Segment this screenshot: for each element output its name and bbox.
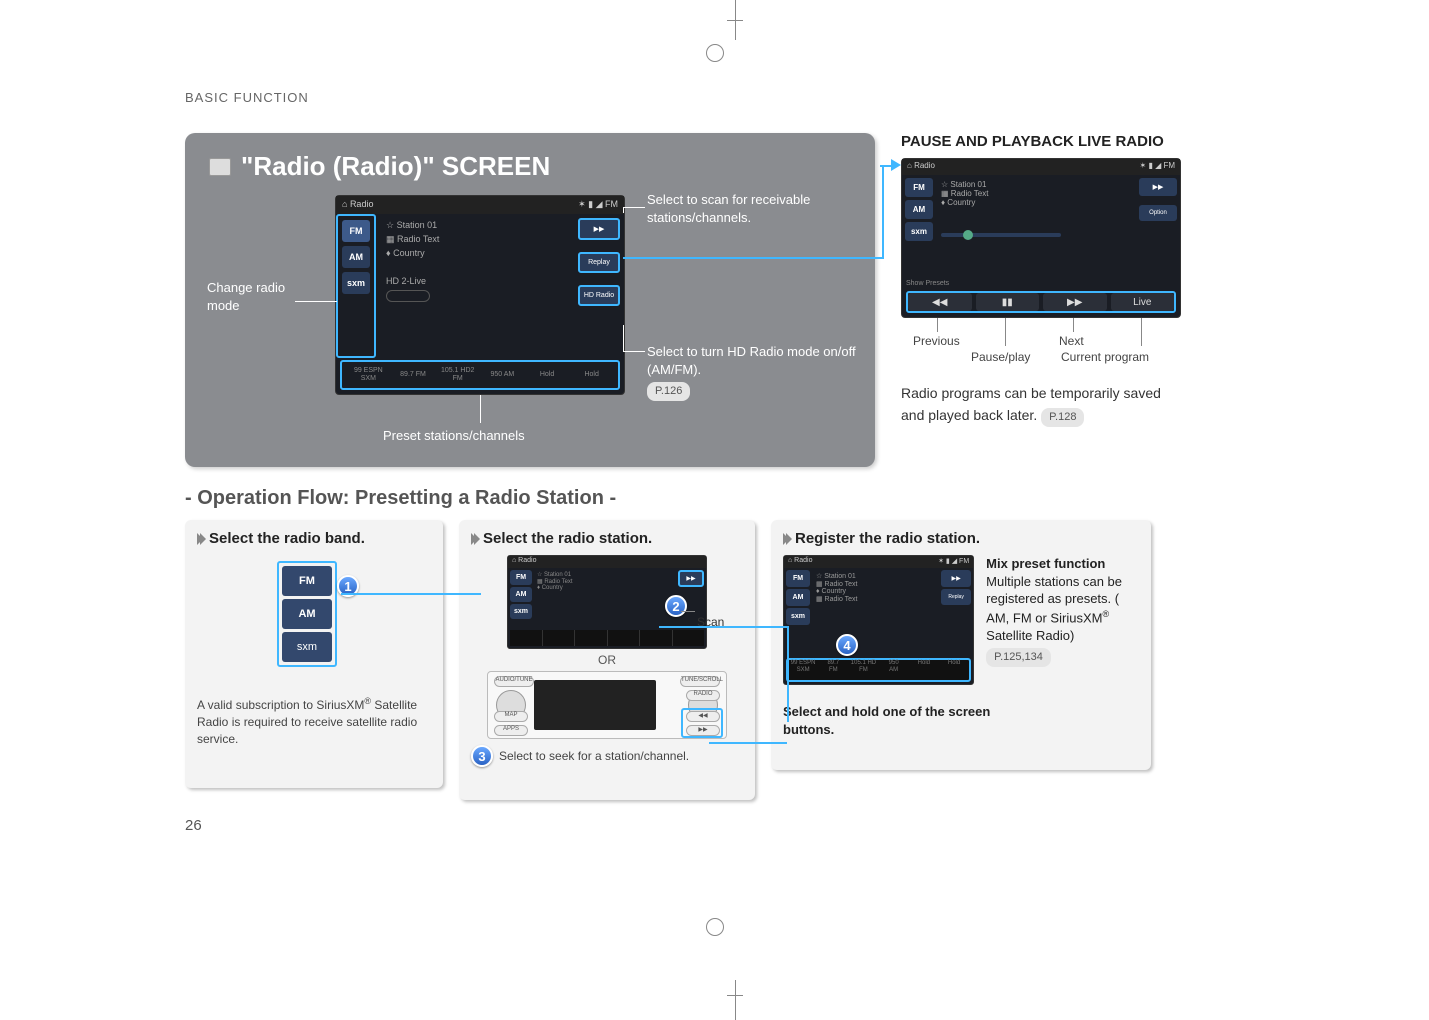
flow-card-band: Select the radio band. FM AM sxm 1 A val… — [185, 520, 443, 788]
pause-playback-section: PAUSE AND PLAYBACK LIVE RADIO ⌂ Radio ✶ … — [901, 133, 1241, 427]
radio-icon — [209, 158, 231, 176]
band-column[interactable]: FM AM sxm — [277, 561, 337, 667]
band-sxm[interactable]: sxm — [282, 632, 332, 662]
callout-change-mode: Change radio mode — [207, 279, 317, 314]
hold-note: Select and hold one of the screen button… — [783, 703, 993, 738]
next-button[interactable]: ▶▶ — [1043, 293, 1107, 311]
preset-hold-row[interactable]: 99 ESPNSXM 89.7FM 105.1 HDFM 950AM Hold … — [786, 658, 971, 682]
prev-button[interactable]: ◀◀ — [908, 293, 972, 311]
seek-note: Select to seek for a station/channel. — [499, 748, 689, 765]
sound-pill — [386, 290, 430, 302]
hardware-panel: AUDIO/TUNE MAP APPS TUNE/SCROLL RADIO ◀◀… — [487, 671, 727, 739]
playback-controls[interactable]: ◀◀ ▮▮ ▶▶ Live — [906, 291, 1176, 313]
mix-preset-text: Mix preset function Multiple stations ca… — [986, 555, 1139, 685]
panel-title: "Radio (Radio)" SCREEN — [209, 151, 851, 182]
band-am[interactable]: AM — [282, 599, 332, 629]
mode-am[interactable]: AM — [342, 246, 370, 268]
mode-sxm[interactable]: sxm — [342, 272, 370, 294]
page-number: 26 — [185, 817, 202, 834]
panel-title-text: "Radio (Radio)" SCREEN — [241, 151, 550, 182]
chevron-icon — [783, 533, 789, 545]
side-screen-mock: ⌂ Radio ✶ ▮ ◢ FM FM AM sxm ☆ Station 01 … — [901, 158, 1181, 318]
step-2-badge: 2 — [665, 595, 687, 617]
radio-mode-column[interactable]: FM AM sxm — [336, 214, 376, 358]
replay-button[interactable]: Replay — [578, 252, 620, 273]
callout-hd: Select to turn HD Radio mode on/off (AM/… — [647, 343, 857, 401]
section-header: BASIC FUNCTION — [185, 90, 1245, 105]
arrow-icon — [891, 159, 901, 171]
page-ref-hd: P.126 — [647, 382, 690, 401]
scan-button[interactable]: ▶▶ — [578, 218, 620, 240]
flow-card-register: Register the radio station. ⌂ Radio✶ ▮ ◢… — [771, 520, 1151, 770]
live-button[interactable]: Live — [1111, 293, 1175, 311]
screen-status-title: Radio — [350, 199, 374, 209]
page-ref-side: P.128 — [1041, 408, 1084, 427]
sirius-note: A valid subscription to SiriusXM® Satell… — [197, 695, 431, 747]
step-3-badge: 3 — [471, 745, 493, 767]
callout-scan: Select to scan for receivable stations/c… — [647, 191, 837, 226]
mode-fm[interactable]: FM — [342, 220, 370, 242]
op-flow-title: - Operation Flow: Presetting a Radio Sta… — [185, 487, 1245, 510]
mini-scan-button[interactable]: ▶▶ — [678, 570, 704, 587]
step-4-badge: 4 — [836, 634, 858, 656]
seek-highlight — [681, 708, 723, 738]
label-next: Next — [1059, 334, 1084, 348]
hw-screen — [534, 680, 656, 730]
preset-row[interactable]: 99 ESPN SXM 89.7 FM 105.1 HD2 FM 950 AM … — [340, 360, 620, 390]
label-current: Current program — [1061, 350, 1149, 364]
hdradio-button[interactable]: HD Radio — [578, 285, 620, 306]
status-icons: ✶ ▮ ◢ FM — [578, 199, 618, 211]
chevron-icon — [471, 533, 477, 545]
label-previous: Previous — [913, 334, 960, 348]
chevron-icon — [197, 533, 203, 545]
or-label: OR — [471, 653, 743, 667]
radio-screen-mock: ⌂ Radio ✶ ▮ ◢ FM FM AM sxm ☆ Station 01 … — [335, 195, 625, 395]
station-info: ☆ Station 01 ▦ Radio Text ♦ Country HD 2… — [376, 214, 574, 358]
band-fm[interactable]: FM — [282, 566, 332, 596]
radio-screen-panel: "Radio (Radio)" SCREEN ⌂ Radio ✶ ▮ ◢ FM … — [185, 133, 875, 467]
register-screen-mock: ⌂ Radio✶ ▮ ◢ FM FM AM sxm ☆ Station 01▦ … — [783, 555, 974, 685]
page-ref-mix: P.125,134 — [986, 648, 1051, 667]
side-note: Radio programs can be temporarily saved … — [901, 384, 1181, 427]
side-title: PAUSE AND PLAYBACK LIVE RADIO — [901, 133, 1241, 150]
callout-presets: Preset stations/channels — [383, 427, 525, 445]
flow-card-station: Select the radio station. ⌂ Radio FM AM … — [459, 520, 755, 800]
label-pause-play: Pause/play — [971, 350, 1030, 364]
pause-play-button[interactable]: ▮▮ — [976, 293, 1040, 311]
